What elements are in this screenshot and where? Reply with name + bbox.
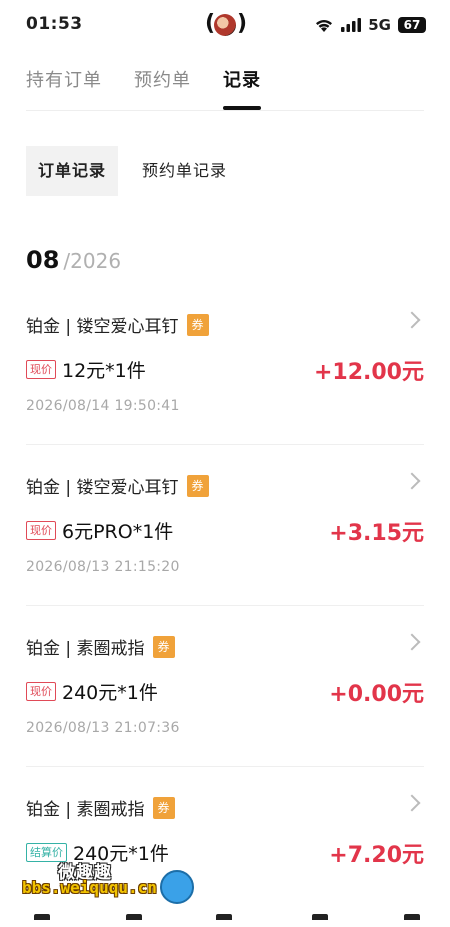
profit-amount: +3.15元 (329, 521, 424, 546)
unit-price: 240元*1件 (62, 682, 158, 704)
avatar (214, 14, 236, 36)
nav-icon[interactable] (404, 914, 420, 920)
record-timestamp: 2026/08/14 19:50:41 (26, 398, 180, 414)
nav-icon[interactable] (34, 914, 50, 920)
coupon-badge: 券 (186, 474, 209, 497)
record-timestamp: 2026/08/13 21:07:36 (26, 720, 180, 736)
battery-icon: 67 (398, 17, 426, 33)
nav-icon[interactable] (216, 914, 232, 920)
chevron-right-icon (403, 311, 421, 329)
unit-price: 12元*1件 (62, 360, 146, 382)
product-title: 铂金 | 素圈戒指 (26, 800, 145, 820)
tab-holding-orders[interactable]: 持有订单 (26, 66, 102, 110)
product-title: 铂金 | 素圈戒指 (26, 639, 145, 659)
status-bar: 01:53 ( ) 5G 67 (0, 0, 450, 52)
status-indicators: 5G 67 (314, 15, 426, 35)
profit-amount: +12.00元 (313, 360, 424, 385)
record-list: 铂金 | 镂空爱心耳钉 券 现价 12元*1件 +12.00元 2026/08/… (26, 284, 424, 927)
watermark: 微趣趣 bbs.weiququ.cn (22, 854, 222, 914)
coupon-badge: 券 (152, 796, 175, 819)
month-number: 08 (26, 246, 60, 274)
record-item[interactable]: 铂金 | 素圈戒指 券 现价 240元*1件 +0.00元 2026/08/13… (26, 606, 424, 767)
price-type-tag: 现价 (26, 682, 56, 701)
wifi-icon (314, 18, 334, 33)
product-title: 铂金 | 镂空爱心耳钉 (26, 317, 179, 337)
signal-icon (341, 18, 362, 32)
nav-icon[interactable] (312, 914, 328, 920)
network-label: 5G (368, 16, 391, 34)
price-type-tag: 现价 (26, 360, 56, 379)
segment-order-records[interactable]: 订单记录 (26, 146, 119, 196)
month-header: 08 /2026 (26, 246, 121, 274)
dynamic-island-avatar: ( ) (205, 11, 248, 36)
bottom-nav (0, 908, 450, 920)
coupon-badge: 券 (186, 313, 209, 336)
month-year: /2026 (63, 249, 122, 273)
record-timestamp: 2026/08/13 21:15:20 (26, 559, 180, 575)
profit-amount: +0.00元 (329, 682, 424, 707)
chevron-right-icon (403, 633, 421, 651)
profit-amount: +7.20元 (329, 843, 424, 868)
unit-price: 6元PRO*1件 (62, 521, 174, 543)
product-title: 铂金 | 镂空爱心耳钉 (26, 478, 179, 498)
tab-label: 记录 (223, 70, 261, 91)
record-item[interactable]: 铂金 | 镂空爱心耳钉 券 现价 12元*1件 +12.00元 2026/08/… (26, 284, 424, 445)
coupon-badge: 券 (152, 635, 175, 658)
tab-records[interactable]: 记录 (223, 66, 261, 110)
tab-label: 预约单 (134, 70, 191, 91)
divider (26, 110, 424, 111)
chevron-right-icon (403, 794, 421, 812)
record-type-switch: 订单记录 预约单记录 (26, 146, 239, 196)
tab-label: 持有订单 (26, 70, 102, 91)
price-type-tag: 现价 (26, 521, 56, 540)
nav-icon[interactable] (126, 914, 142, 920)
status-time: 01:53 (26, 14, 83, 34)
top-tabs: 持有订单 预约单 记录 (26, 66, 261, 110)
watermark-url: bbs.weiququ.cn (22, 878, 157, 897)
record-item[interactable]: 铂金 | 镂空爱心耳钉 券 现价 6元PRO*1件 +3.15元 2026/08… (26, 445, 424, 606)
segment-reservation-records[interactable]: 预约单记录 (130, 146, 239, 196)
tab-reservations[interactable]: 预约单 (134, 66, 191, 110)
watermark-mascot-icon (160, 870, 194, 904)
chevron-right-icon (403, 472, 421, 490)
